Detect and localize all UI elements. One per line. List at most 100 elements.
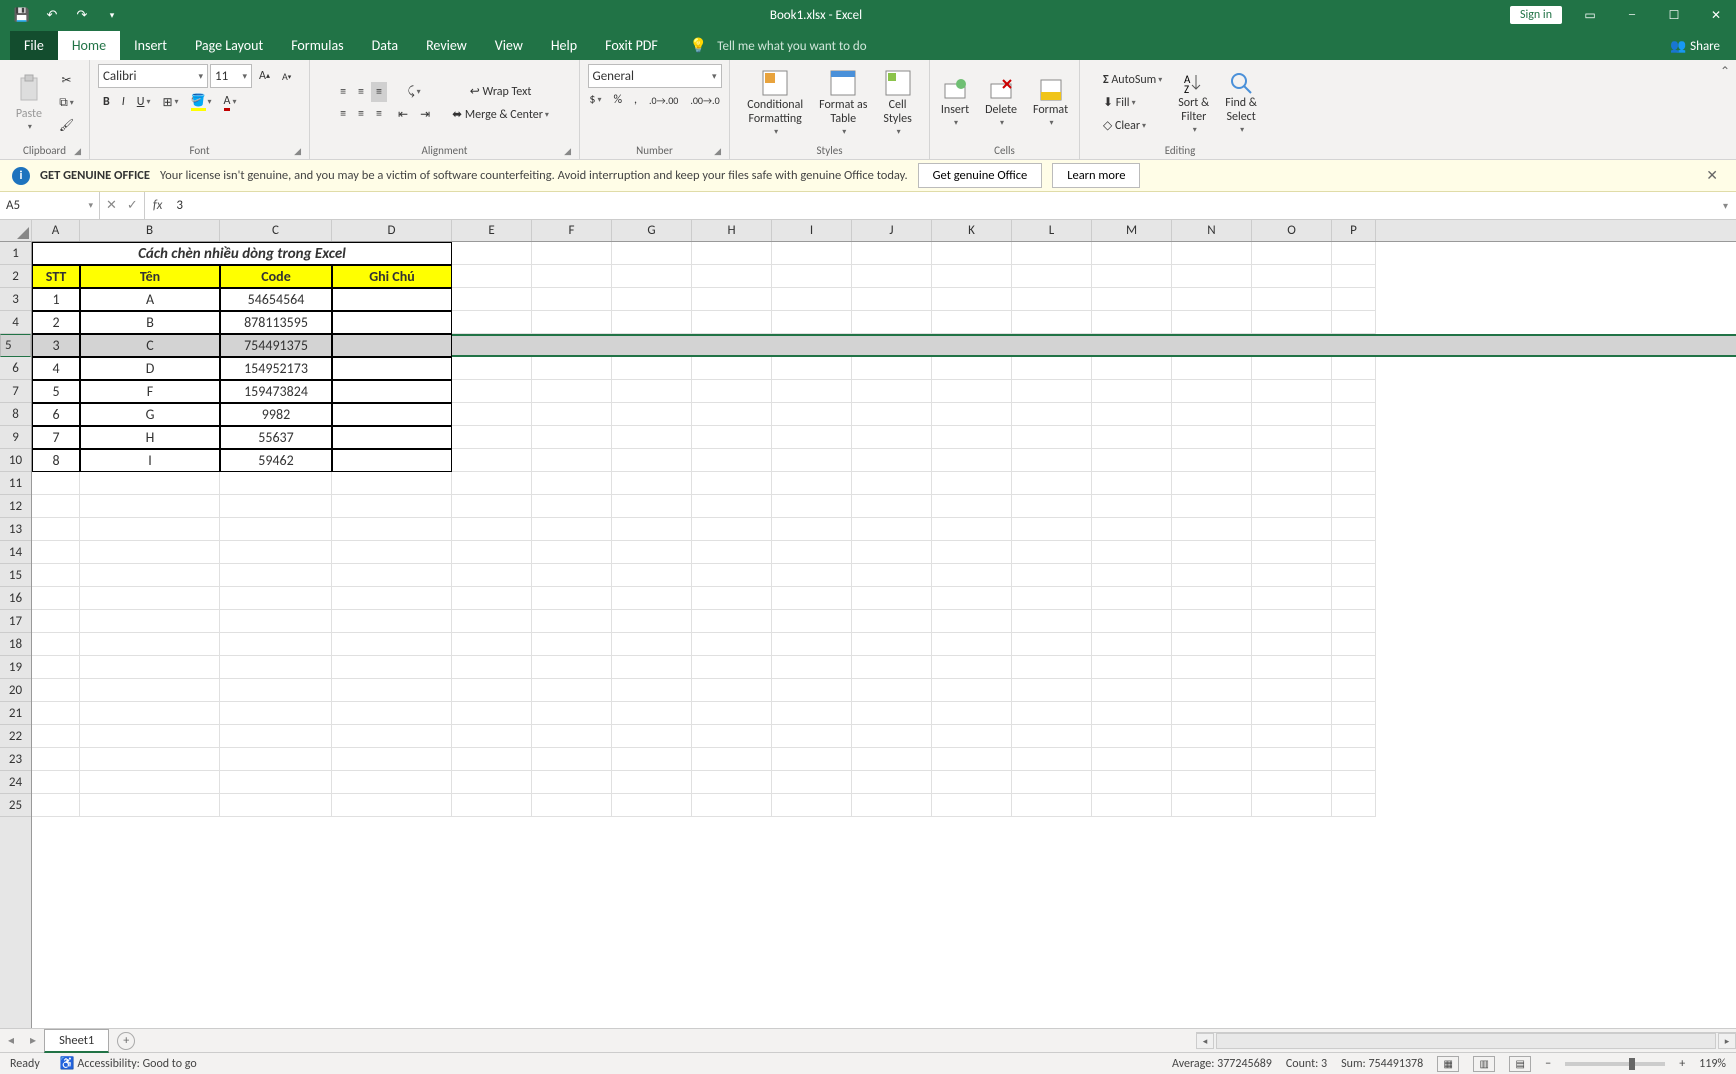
cell-M3[interactable] <box>1092 288 1172 311</box>
cell-J22[interactable] <box>852 725 932 748</box>
cell-L13[interactable] <box>1012 518 1092 541</box>
cell-A14[interactable] <box>32 541 80 564</box>
cell-G19[interactable] <box>612 656 692 679</box>
cell-F11[interactable] <box>532 472 612 495</box>
cell-A19[interactable] <box>32 656 80 679</box>
cell-G25[interactable] <box>612 794 692 817</box>
cell-C15[interactable] <box>220 564 332 587</box>
cell-D9[interactable] <box>332 426 452 449</box>
cell-O23[interactable] <box>1252 748 1332 771</box>
cell-E3[interactable] <box>452 288 532 311</box>
cell-M25[interactable] <box>1092 794 1172 817</box>
cell-H1[interactable] <box>692 242 772 265</box>
accounting-format-icon[interactable]: $▾ <box>584 90 606 110</box>
cell-G7[interactable] <box>612 380 692 403</box>
cell-J4[interactable] <box>852 311 932 334</box>
cell-L22[interactable] <box>1012 725 1092 748</box>
cell-O7[interactable] <box>1252 380 1332 403</box>
row-header-3[interactable]: 3 <box>0 288 31 311</box>
cell-I14[interactable] <box>772 541 852 564</box>
row-header-20[interactable]: 20 <box>0 679 31 702</box>
cell-F22[interactable] <box>532 725 612 748</box>
cell-M22[interactable] <box>1092 725 1172 748</box>
cell-P19[interactable] <box>1332 656 1376 679</box>
sort-filter-button[interactable]: AZSort & Filter▾ <box>1173 68 1214 137</box>
percent-format-icon[interactable]: % <box>608 90 627 110</box>
cell-C20[interactable] <box>220 679 332 702</box>
cell-O9[interactable] <box>1252 426 1332 449</box>
cell-N1[interactable] <box>1172 242 1252 265</box>
column-header-N[interactable]: N <box>1172 220 1252 241</box>
cell-L18[interactable] <box>1012 633 1092 656</box>
cell-A9[interactable]: 7 <box>32 426 80 449</box>
cell-P16[interactable] <box>1332 587 1376 610</box>
cell-D22[interactable] <box>332 725 452 748</box>
cell-P11[interactable] <box>1332 472 1376 495</box>
cell-N22[interactable] <box>1172 725 1252 748</box>
cell-I15[interactable] <box>772 564 852 587</box>
row-header-6[interactable]: 6 <box>0 357 31 380</box>
cell-O18[interactable] <box>1252 633 1332 656</box>
cell-E23[interactable] <box>452 748 532 771</box>
cell-C19[interactable] <box>220 656 332 679</box>
cell-F4[interactable] <box>532 311 612 334</box>
cell-A24[interactable] <box>32 771 80 794</box>
cell-H16[interactable] <box>692 587 772 610</box>
cell-O20[interactable] <box>1252 679 1332 702</box>
cell-F18[interactable] <box>532 633 612 656</box>
cell-D10[interactable] <box>332 449 452 472</box>
column-header-F[interactable]: F <box>532 220 612 241</box>
cell-D17[interactable] <box>332 610 452 633</box>
cell-G9[interactable] <box>612 426 692 449</box>
cell-L17[interactable] <box>1012 610 1092 633</box>
column-header-E[interactable]: E <box>452 220 532 241</box>
cell-H17[interactable] <box>692 610 772 633</box>
cell-A4[interactable]: 2 <box>32 311 80 334</box>
cell-C3[interactable]: 54654564 <box>220 288 332 311</box>
cell-L9[interactable] <box>1012 426 1092 449</box>
cell-J23[interactable] <box>852 748 932 771</box>
hscroll-right-icon[interactable]: ▸ <box>1718 1033 1736 1049</box>
cell-A22[interactable] <box>32 725 80 748</box>
underline-icon[interactable]: U▾ <box>132 92 156 112</box>
sheet-nav-prev-icon[interactable]: ◂ <box>0 1033 22 1048</box>
cell-H20[interactable] <box>692 679 772 702</box>
cell-N11[interactable] <box>1172 472 1252 495</box>
cell-B7[interactable]: F <box>80 380 220 403</box>
cell-I3[interactable] <box>772 288 852 311</box>
cell-N17[interactable] <box>1172 610 1252 633</box>
cell-B19[interactable] <box>80 656 220 679</box>
cell-L25[interactable] <box>1012 794 1092 817</box>
copy-icon[interactable]: ⧉▾ <box>54 93 79 113</box>
cell-L14[interactable] <box>1012 541 1092 564</box>
cell-L4[interactable] <box>1012 311 1092 334</box>
cell-E13[interactable] <box>452 518 532 541</box>
cell-C18[interactable] <box>220 633 332 656</box>
cell-B8[interactable]: G <box>80 403 220 426</box>
row-header-25[interactable]: 25 <box>0 794 31 817</box>
cell-E18[interactable] <box>452 633 532 656</box>
cell-D3[interactable] <box>332 288 452 311</box>
font-color-icon[interactable]: A▾ <box>219 91 242 114</box>
cell-B17[interactable] <box>80 610 220 633</box>
cell-J8[interactable] <box>852 403 932 426</box>
column-header-A[interactable]: A <box>32 220 80 241</box>
cell-D23[interactable] <box>332 748 452 771</box>
cell-A7[interactable]: 5 <box>32 380 80 403</box>
cell-J16[interactable] <box>852 587 932 610</box>
new-sheet-icon[interactable]: + <box>117 1032 135 1050</box>
cell-E9[interactable] <box>452 426 532 449</box>
cell-F21[interactable] <box>532 702 612 725</box>
cell-K8[interactable] <box>932 403 1012 426</box>
column-header-I[interactable]: I <box>772 220 852 241</box>
fill-color-icon[interactable]: 🪣▾ <box>186 90 217 114</box>
cell-I24[interactable] <box>772 771 852 794</box>
cell-F14[interactable] <box>532 541 612 564</box>
cell-J15[interactable] <box>852 564 932 587</box>
cell-G4[interactable] <box>612 311 692 334</box>
cell-K19[interactable] <box>932 656 1012 679</box>
cell-H22[interactable] <box>692 725 772 748</box>
cell-H24[interactable] <box>692 771 772 794</box>
autosum-button[interactable]: Σ AutoSum▾ <box>1098 70 1167 90</box>
cell-P14[interactable] <box>1332 541 1376 564</box>
